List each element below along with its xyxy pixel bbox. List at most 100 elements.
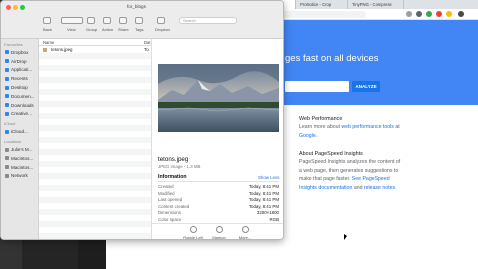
info-key: Last opened [158,197,183,203]
info-value: Today, 8:41 PM [248,197,279,203]
url-input[interactable] [285,81,349,92]
info-value: 3200×1800 [256,210,279,216]
sidebar-item-label: Julie's M... [11,147,33,153]
sidebar-item-location[interactable]: Julie's M... [1,145,38,154]
row-stripe [39,173,151,179]
sidebar-item-icloud[interactable]: iCloud... [1,127,38,136]
disk-icon [5,165,9,170]
documentation-link[interactable]: Insights documentation [299,185,352,191]
rotate-left-icon [189,226,197,233]
laptop-icon [5,147,9,152]
rotate-left-button[interactable]: Rotate Left [180,226,206,239]
sidebar-item-downloads[interactable]: Downloads [1,101,38,110]
disk-icon [5,156,9,161]
toolbar-label: Group [86,27,98,32]
tags-icon[interactable] [135,17,143,24]
sidebar-item-network[interactable]: Network [1,172,38,181]
sidebar-item-recents[interactable]: Recents [1,74,38,83]
toolbar-label: Action [102,27,114,32]
image-preview-thumbnail [158,64,279,132]
sidebar-item-applications[interactable]: Applicati... [1,66,38,75]
preview-file-kind: JPEG image - 1.3 MB [158,164,201,169]
sidebar-item-documents[interactable]: Documen... [1,92,38,101]
finder-search-field[interactable]: Search [179,17,237,24]
release-notes-link[interactable]: release notes. [364,185,397,191]
dropbox-icon[interactable] [157,17,165,24]
view-icon[interactable] [61,17,83,24]
sidebar-item-location[interactable]: Macintos... [1,154,38,163]
markup-button[interactable]: Markup [206,226,232,240]
row-stripe [39,197,151,203]
sidebar-item-dropbox[interactable]: Dropbox [1,48,38,57]
sidebar-item-airdrop[interactable]: AirDrop [1,57,38,66]
info-value: Today, 8:41 PM [248,184,279,189]
globe-icon [5,173,9,178]
file-icon [43,48,47,52]
analyze-button[interactable]: ANALYZE [352,81,380,92]
desktop-icon [5,85,9,90]
extension-icon[interactable] [446,11,452,17]
web-performance-text: Learn more about web performance tools a… [299,123,411,131]
mouse-cursor-icon [344,234,347,240]
group-icon[interactable] [87,17,95,24]
show-less-link[interactable]: Show Less [258,175,279,180]
text: Learn more about [299,124,340,131]
info-key: Dimensions [158,210,181,216]
share-icon[interactable] [119,17,127,24]
hero-heading: ges fast on all devices [285,53,379,64]
sidebar-item-label: Applicati... [11,67,33,73]
info-key: Content created [158,203,190,209]
text: make that page faster. [299,176,351,183]
profile-avatar[interactable] [458,11,464,17]
more-button[interactable]: More... [232,226,258,239]
info-value: Today, 8:41 PM [248,190,279,196]
sidebar-item-desktop[interactable]: Desktop [1,83,38,92]
date-column-header[interactable]: Dat [144,40,151,45]
info-key: Created [158,184,174,189]
action-gear-icon[interactable] [103,17,111,24]
finder-preview-pane: tetons.jpeg JPEG image - 1.3 MB Informat… [151,39,283,240]
extension-icon[interactable] [426,11,432,17]
text: at [395,124,400,131]
minimize-button[interactable] [13,5,18,10]
extension-icon[interactable] [406,11,412,17]
extension-icon[interactable] [436,11,442,17]
google-link[interactable]: Google. [299,132,411,140]
about-line: a web page, then generates suggestions t… [299,167,399,174]
finder-file-list: Name Dat tetons.jpeg To [39,39,151,239]
row-stripe [39,77,151,83]
web-performance-link[interactable]: web performance tools [341,124,393,130]
window-title: for_blogs [127,4,146,9]
sidebar-item-label: Desktop [11,85,28,91]
sidebar-item-label: Downloads [11,102,34,108]
row-stripe [39,209,151,215]
extension-icon[interactable] [416,11,422,17]
sidebar-item-creative-cloud[interactable]: Creative... [1,110,38,119]
close-button[interactable] [6,5,11,10]
folder-icon [5,111,9,116]
sidebar-item-label: Creative... [11,111,32,117]
row-stripe [39,149,151,155]
action-label: Markup [212,235,226,240]
row-stripe [39,89,151,95]
name-column-header[interactable]: Name [43,40,54,45]
zoom-button[interactable] [20,5,25,10]
column-header[interactable]: Name Dat [39,39,151,46]
text: and [353,184,363,191]
back-forward-icon[interactable] [43,17,51,24]
row-stripe [39,137,151,143]
dropbox-icon [5,50,9,55]
finder-window: for_blogs Back View Group Action Share T… [0,0,284,240]
toolbar-label: Tags [135,27,144,32]
browser-tab[interactable]: ProNotice - Crop [296,0,348,9]
sidebar-item-label: AirDrop [11,58,27,64]
sidebar-section-label: Locations [4,139,22,145]
browser-tab[interactable]: TinyPNG - Compress [348,0,404,9]
finder-sidebar: Favourites Dropbox AirDrop Applicati... … [1,39,39,239]
see-pagespeed-link[interactable]: See PageSpeed [352,176,390,182]
sidebar-item-location[interactable]: Macintos... [1,163,38,172]
sidebar-item-label: Network [11,173,28,179]
sidebar-section-label: Favourites [4,42,23,47]
info-value: Today, 8:41 PM [248,203,279,209]
file-name: tetons.jpeg [51,47,73,52]
